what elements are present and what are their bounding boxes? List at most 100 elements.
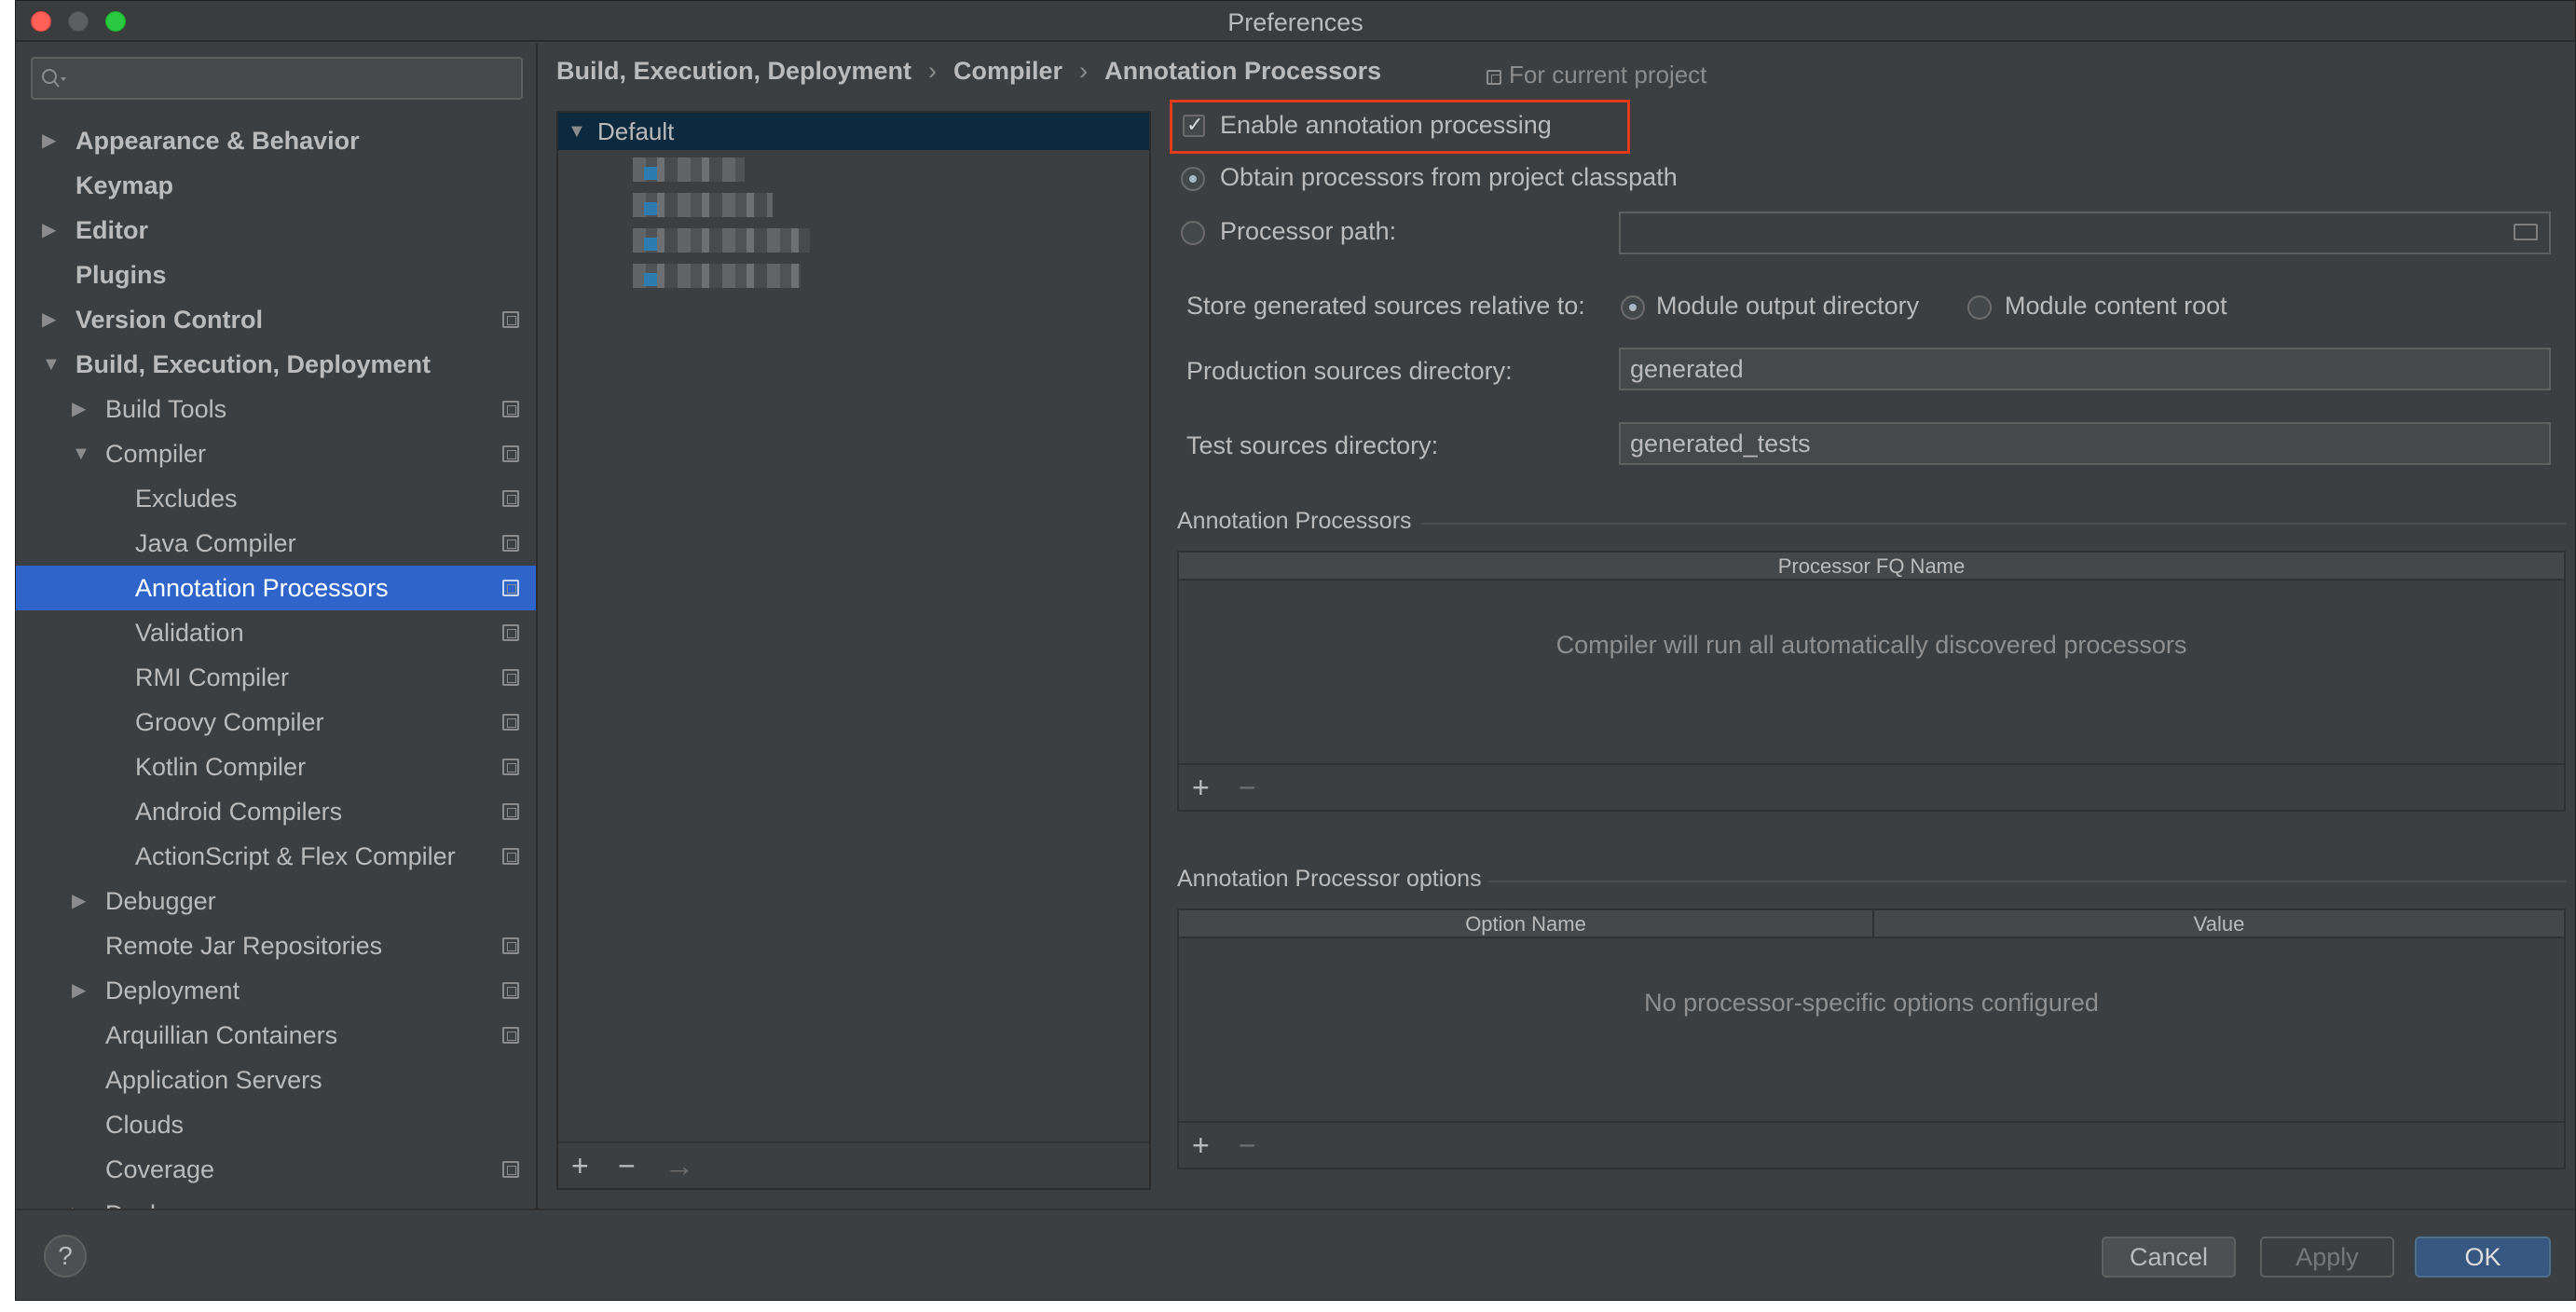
sidebar-item-keymap[interactable]: Keymap [16,163,536,208]
project-scope-icon [502,535,519,552]
chevron-down-icon[interactable]: ▼ [72,431,90,476]
chevron-right-icon[interactable]: ▶ [42,297,56,342]
chevron-right-icon[interactable]: ▶ [72,387,86,431]
chevron-down-icon[interactable]: ▼ [42,342,61,387]
redacted-module-4[interactable] [633,264,801,288]
sidebar-item-label: Deployment [105,977,240,1004]
add-processor-button[interactable]: + [1192,771,1210,805]
sidebar-item-label: Docker [105,1192,185,1209]
chevron-right-icon[interactable]: ▶ [42,208,56,253]
module-content-root-radio[interactable] [1967,295,1992,320]
remove-processor-button[interactable]: − [1239,771,1256,805]
sidebar-item-label: Kotlin Compiler [135,753,307,781]
sidebar-item-label: Build, Execution, Deployment [75,350,432,378]
breadcrumb-compiler[interactable]: Compiler [953,57,1062,85]
sidebar-item-label: ActionScript & Flex Compiler [135,842,456,870]
sidebar-item-actionscript-flex-compiler[interactable]: ActionScript & Flex Compiler [16,834,536,879]
chevron-right-icon[interactable]: ▶ [72,879,86,923]
chevron-right-icon[interactable]: ▶ [72,968,86,1013]
sidebar-item-validation[interactable]: Validation [16,610,536,655]
obtain-from-classpath-label[interactable]: Obtain processors from project classpath [1220,163,1678,192]
sidebar-item-excludes[interactable]: Excludes [16,476,536,521]
processor-options-table: Option Name Value No processor-specific … [1177,909,2566,1169]
project-scope-icon [502,311,519,328]
sidebar-item-kotlin-compiler[interactable]: Kotlin Compiler [16,745,536,789]
sidebar-item-label: Compiler [105,440,207,468]
enable-annotation-processing-checkbox[interactable] [1183,113,1205,137]
cancel-button[interactable]: Cancel [2102,1237,2236,1278]
profile-default[interactable]: ▼ Default [558,113,1149,150]
sidebar-item-remote-jar-repositories[interactable]: Remote Jar Repositories [16,923,536,968]
value-header[interactable]: Value [1872,910,2564,938]
project-scope-icon [1487,70,1501,85]
add-profile-button[interactable]: + [571,1149,589,1183]
sidebar-item-label: Plugins [75,261,167,289]
sidebar-item-groovy-compiler[interactable]: Groovy Compiler [16,700,536,745]
sidebar-item-label: Java Compiler [135,529,296,557]
sidebar-item-label: Version Control [75,306,264,334]
module-output-directory-label[interactable]: Module output directory [1656,292,1919,321]
search-input[interactable] [31,57,523,100]
section-divider [1421,523,2566,525]
sidebar-item-build-tools[interactable]: ▶ Build Tools [16,387,536,431]
project-scope-icon [502,1027,519,1044]
profiles-toolbar: + − → [558,1141,1149,1188]
enable-annotation-processing-label[interactable]: Enable annotation processing [1220,111,1552,140]
chevron-right-icon[interactable]: ▶ [72,1192,86,1209]
module-output-directory-radio[interactable] [1621,295,1645,320]
obtain-from-classpath-radio[interactable] [1181,167,1205,191]
sidebar-item-label: Appearance & Behavior [75,127,360,155]
sidebar-item-annotation-processors[interactable]: Annotation Processors [16,566,536,610]
processor-path-label[interactable]: Processor path: [1220,217,1396,246]
remove-profile-button[interactable]: − [618,1149,636,1183]
redacted-module-3[interactable] [633,228,810,253]
sidebar-item-android-compilers[interactable]: Android Compilers [16,789,536,834]
sidebar-item-application-servers[interactable]: Application Servers [16,1058,536,1102]
project-scope-icon [502,490,519,507]
sidebar-item-clouds[interactable]: Clouds [16,1102,536,1147]
sidebar-item-label: Android Compilers [135,798,343,826]
test-sources-field[interactable]: generated_tests [1619,422,2551,465]
profiles-panel: ▼ Default + − → [556,111,1151,1190]
sidebar-item-label: Excludes [135,485,238,512]
sidebar-item-deployment[interactable]: ▶ Deployment [16,968,536,1013]
move-to-profile-button[interactable]: → [665,1149,694,1183]
sidebar-item-version-control[interactable]: ▶ Version Control [16,297,536,342]
module-content-root-label[interactable]: Module content root [2005,292,2227,321]
redacted-module-2[interactable] [633,193,773,217]
processor-fq-name-header[interactable]: Processor FQ Name [1179,553,2564,581]
sidebar-item-arquillian-containers[interactable]: Arquillian Containers [16,1013,536,1058]
production-sources-field[interactable]: generated [1619,348,2551,390]
processor-path-field[interactable] [1619,212,2551,254]
chevron-right-icon[interactable]: ▶ [42,118,56,163]
sidebar-item-coverage[interactable]: Coverage [16,1147,536,1192]
annotation-processors-section-title: Annotation Processors [1177,508,1412,534]
redacted-module-1[interactable] [633,157,745,182]
sidebar-item-build-execution-deployment[interactable]: ▼ Build, Execution, Deployment [16,342,536,387]
breadcrumb-build-execution-deployment[interactable]: Build, Execution, Deployment [556,57,911,85]
sidebar-item-label: Clouds [105,1111,185,1139]
sidebar-item-plugins[interactable]: Plugins [16,253,536,297]
sidebar-item-label: Application Servers [105,1066,322,1094]
sidebar-item-docker[interactable]: ▶ Docker [16,1192,536,1209]
sidebar-item-debugger[interactable]: ▶ Debugger [16,879,536,923]
ok-button[interactable]: OK [2415,1237,2551,1278]
sidebar-item-compiler[interactable]: ▼ Compiler [16,431,536,476]
options-toolbar: + − [1179,1121,2564,1168]
processor-path-radio[interactable] [1181,221,1205,245]
folder-icon[interactable] [2514,224,2538,240]
remove-option-button[interactable]: − [1239,1128,1256,1163]
sidebar-item-editor[interactable]: ▶ Editor [16,208,536,253]
apply-button[interactable]: Apply [2260,1237,2394,1278]
production-sources-label: Production sources directory: [1186,357,1513,385]
chevron-down-icon[interactable]: ▼ [568,113,586,150]
add-option-button[interactable]: + [1192,1128,1210,1163]
option-name-header[interactable]: Option Name [1179,910,1872,938]
profile-default-label: Default [597,117,675,145]
sidebar-item-rmi-compiler[interactable]: RMI Compiler [16,655,536,700]
sidebar-item-label: Coverage [105,1155,215,1183]
project-scope-icon [502,848,519,865]
sidebar-item-java-compiler[interactable]: Java Compiler [16,521,536,566]
help-button[interactable]: ? [44,1235,87,1278]
sidebar-item-appearance-behavior[interactable]: ▶ Appearance & Behavior [16,118,536,163]
